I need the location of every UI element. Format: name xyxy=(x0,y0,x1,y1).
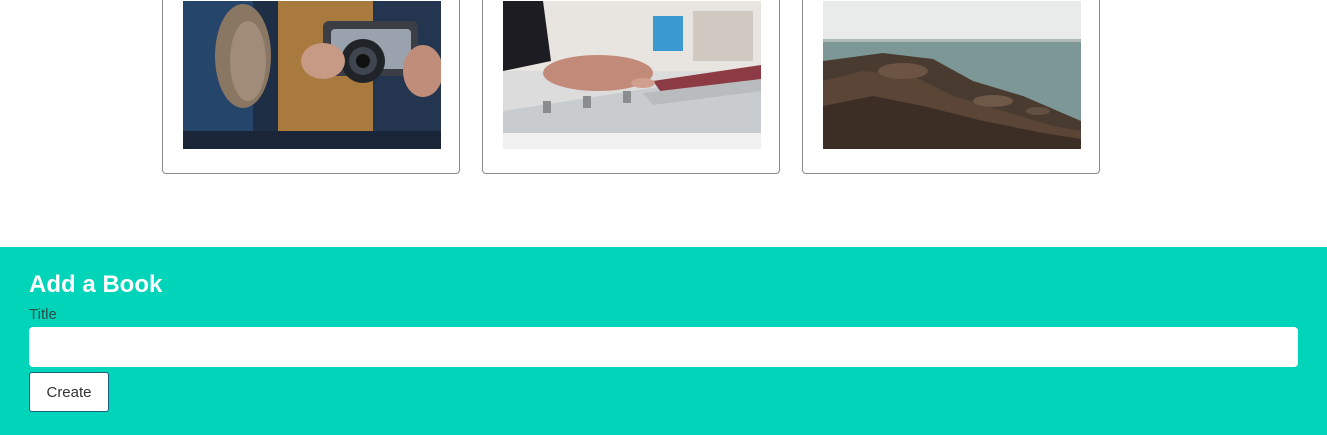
book-card[interactable] xyxy=(162,0,460,174)
title-label: Title xyxy=(29,306,57,323)
book-card-grid xyxy=(0,0,1327,247)
add-book-heading: Add a Book xyxy=(29,271,163,298)
book-cover-image-camera[interactable] xyxy=(183,1,441,149)
create-button[interactable]: Create xyxy=(29,372,109,412)
book-card[interactable] xyxy=(482,0,780,174)
title-input[interactable] xyxy=(29,327,1298,367)
add-book-section: Add a Book Title Create xyxy=(0,247,1327,435)
book-cover-image-mixer[interactable] xyxy=(503,1,761,149)
book-cover-image-seashore[interactable] xyxy=(823,1,1081,149)
book-card[interactable] xyxy=(802,0,1100,174)
